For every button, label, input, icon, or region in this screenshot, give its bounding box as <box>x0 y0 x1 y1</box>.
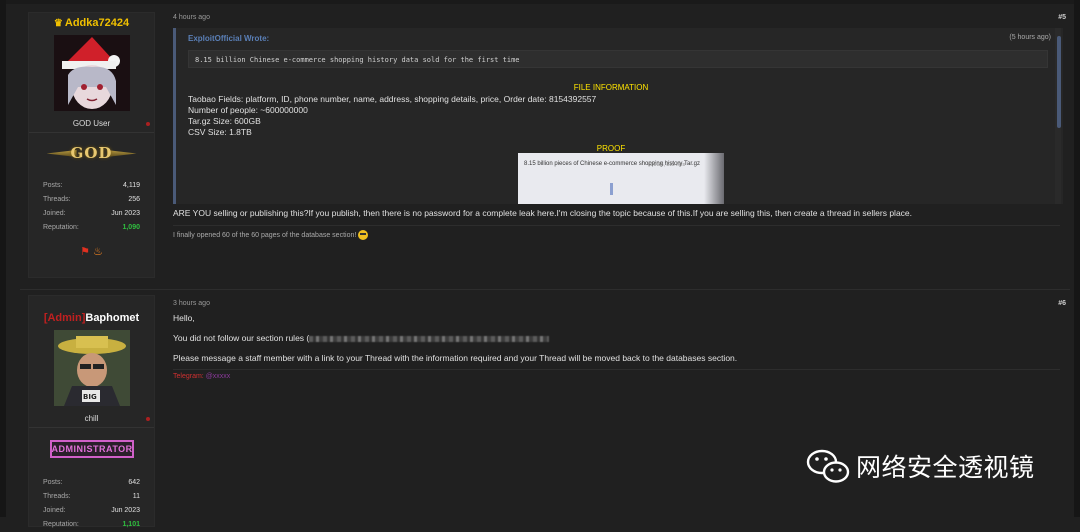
proof-bar <box>610 183 613 195</box>
administrator-badge: ADMINISTRATOR <box>49 440 134 458</box>
user-awards: ⚑ ♨ <box>29 245 154 258</box>
stat-reputation: Reputation: 1,101 <box>43 521 140 528</box>
post-timestamp[interactable]: 4 hours ago <box>173 14 210 21</box>
proof-image-edge <box>704 153 724 204</box>
user-role: chill <box>29 413 154 425</box>
post-number[interactable]: #6 <box>1058 300 1066 307</box>
quote-author[interactable]: ExploitOfficial Wrote: <box>188 34 269 43</box>
watermark: 网络安全透视镜 <box>806 446 1035 486</box>
post-body: ARE YOU selling or publishing this?If yo… <box>173 208 913 218</box>
divider <box>29 132 154 133</box>
user-card: [Admin]Baphomet BIG chill ADMINISTRATOR … <box>28 295 155 528</box>
avatar[interactable] <box>53 35 130 111</box>
svg-text:BIG: BIG <box>83 393 97 401</box>
stat-posts: Posts: 642 <box>43 479 140 486</box>
window-right-edge <box>1074 0 1080 517</box>
top-border <box>6 0 1074 4</box>
post-timestamp[interactable]: 3 hours ago <box>173 300 210 307</box>
post-line-instructions: Please message a staff member with a lin… <box>173 353 738 363</box>
stat-reputation: Reputation: 1,090 <box>43 224 140 231</box>
signature: I finally opened 60 of the 60 pages of t… <box>173 230 369 240</box>
quote-scrollbar-thumb[interactable] <box>1057 36 1061 128</box>
stat-threads: Threads: 11 <box>43 493 140 500</box>
user-role: GOD User <box>29 118 154 130</box>
telegram-link[interactable]: @xxxxx <box>206 373 231 380</box>
wechat-icon <box>806 447 850 485</box>
username[interactable]: ♛ Addka72424 <box>29 17 154 29</box>
user-stats: Posts: 4,119 Threads: 256 Joined: Jun 2023 … <box>43 179 140 235</box>
proof-image[interactable]: 8.15 billion pieces of Chinese e-commerc… <box>518 153 724 204</box>
post-line-rules: You did not follow our section rules ( <box>173 333 550 343</box>
post-divider <box>20 289 1070 290</box>
stat-posts: Posts: 4,119 <box>43 182 140 189</box>
proof-heading: PROOF <box>596 144 626 153</box>
flag-award-icon[interactable]: ⚑ <box>80 246 90 258</box>
avatar-image: BIG <box>53 330 130 406</box>
sunglasses-emoji-icon <box>358 230 369 240</box>
post-line-greeting: Hello, <box>173 313 195 323</box>
quote-block: ExploitOfficial Wrote: (5 hours ago) 8.1… <box>173 28 1063 204</box>
file-info-heading: FILE INFORMATION <box>573 83 649 92</box>
avatar[interactable]: BIG <box>53 330 130 406</box>
post-number[interactable]: #5 <box>1058 14 1066 21</box>
divider <box>29 427 154 428</box>
stat-threads: Threads: 256 <box>43 196 140 203</box>
stat-joined: Joined: Jun 2023 <box>43 507 140 514</box>
blurred-link[interactable] <box>309 335 550 342</box>
user-card: ♛ Addka72424 GOD User GOD Posts: 4,119 T… <box>28 12 155 278</box>
code-block: 8.15 billion Chinese e-commerce shopping… <box>188 50 1048 68</box>
quote-time: (5 hours ago) <box>1009 34 1051 41</box>
signature: Telegram: @xxxxx <box>173 373 231 380</box>
fire-award-icon[interactable]: ♨ <box>93 246 103 258</box>
god-rank-badge: GOD <box>46 139 137 167</box>
post-5: ♛ Addka72424 GOD User GOD Posts: 4,119 T… <box>20 8 1070 290</box>
file-info-lines: Taobao Fields: platform, ID, phone numbe… <box>188 94 597 137</box>
signature-divider <box>173 225 1060 226</box>
offline-status-dot <box>146 417 150 421</box>
stat-joined: Joined: Jun 2023 <box>43 210 140 217</box>
offline-status-dot <box>146 122 150 126</box>
username[interactable]: [Admin]Baphomet <box>29 312 154 324</box>
avatar-image <box>53 35 130 111</box>
signature-divider <box>173 369 1060 370</box>
crown-icon: ♛ <box>53 18 63 29</box>
window-left-edge <box>0 0 6 517</box>
user-stats: Posts: 642 Threads: 11 Joined: Jun 2023 Rep… <box>43 476 140 532</box>
